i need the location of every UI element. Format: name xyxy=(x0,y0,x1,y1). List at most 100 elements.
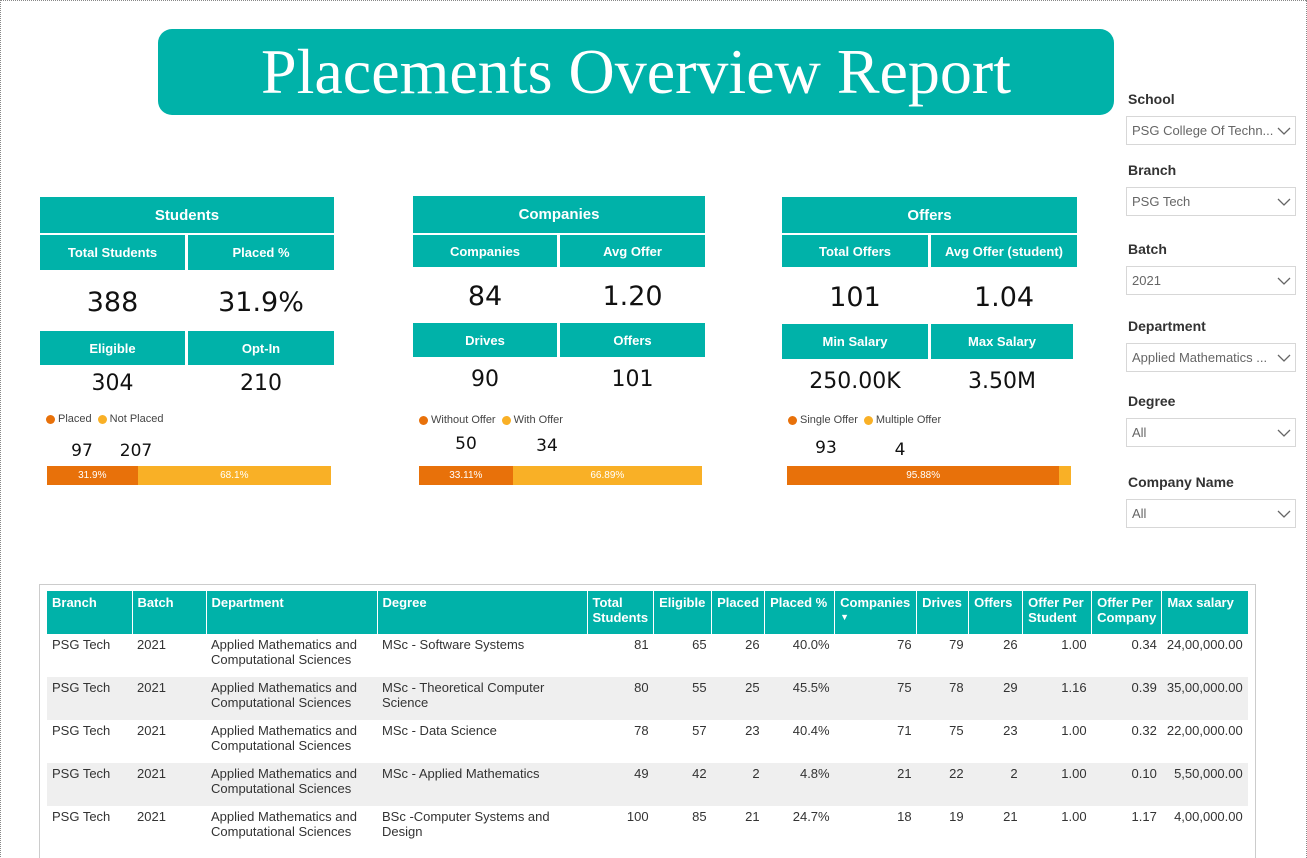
table-cell: 49 xyxy=(587,763,654,806)
col-header-total-students[interactable]: Total Students xyxy=(587,591,655,634)
col-header-companies[interactable]: Companies ▼ xyxy=(834,591,918,634)
not-placed-count: 207 xyxy=(119,441,153,461)
company-name-value: All xyxy=(1132,506,1147,521)
slicer-label-company: Company Name xyxy=(1128,474,1234,490)
legend-label: Single Offer xyxy=(800,414,858,426)
bar-segment-without-offer[interactable]: 33.11% xyxy=(419,466,513,485)
table-cell: Applied Mathematics and Computational Sc… xyxy=(211,809,357,839)
col-header-placed[interactable]: Placed xyxy=(711,591,766,634)
school-dropdown[interactable]: PSG College Of Techn... xyxy=(1126,116,1296,145)
report-title: Placements Overview Report xyxy=(158,29,1114,115)
table-row[interactable]: PSG Tech 2021 Applied Mathematics and Comp… xyxy=(47,720,1248,763)
single-offer-count: 93 xyxy=(815,438,837,458)
col-header-drives[interactable]: Drives xyxy=(916,591,970,634)
table-cell: 40.4% xyxy=(792,723,830,738)
table-cell: 24,00,000.00 xyxy=(1166,637,1243,652)
col-header-placed-pct[interactable]: Placed % xyxy=(764,591,836,634)
bar-segment-not-placed[interactable]: 68.1% xyxy=(137,466,331,485)
bar-segment-placed[interactable]: 31.9% xyxy=(47,466,138,485)
table-cell: 75 xyxy=(949,723,964,738)
legend-label: Without Offer xyxy=(431,414,496,426)
table-cell: 65 xyxy=(692,637,707,652)
bar-segment-single-offer[interactable]: 95.88% xyxy=(787,466,1060,485)
table-cell: 22,00,000.00 xyxy=(1166,723,1243,738)
col-header-batch[interactable]: Batch xyxy=(132,591,207,634)
table-cell: 22 xyxy=(916,763,969,806)
legend-label: With Offer xyxy=(513,414,563,426)
degree-value: All xyxy=(1132,425,1147,440)
table-row[interactable]: PSG Tech 2021 Applied Mathematics and Comp… xyxy=(47,806,1248,849)
table-cell: 25 xyxy=(711,677,765,720)
table-cell: 85 xyxy=(692,809,707,824)
table-body: PSG Tech 2021 Applied Mathematics and Comp… xyxy=(47,634,1248,849)
offers-label: Offers xyxy=(560,323,705,357)
table-cell: MSc - Theoretical Computer Science xyxy=(377,677,587,720)
batch-dropdown[interactable]: 2021 xyxy=(1126,266,1296,295)
placed-count: 97 xyxy=(71,441,93,461)
total-students-value: 388 xyxy=(86,287,139,318)
without-offer-count: 50 xyxy=(455,434,477,454)
table-cell: 81 xyxy=(634,637,649,652)
company-name-dropdown[interactable]: All xyxy=(1126,499,1296,528)
col-header-degree[interactable]: Degree xyxy=(377,591,588,634)
students-legend: Placed Not Placed xyxy=(46,413,163,425)
col-header-max-salary[interactable]: Max salary xyxy=(1161,591,1248,634)
chevron-down-icon xyxy=(1273,188,1295,215)
legend-dot-icon xyxy=(863,415,873,425)
total-offers-value: 101 xyxy=(829,282,881,313)
slicer-label-degree: Degree xyxy=(1128,393,1176,409)
table-row[interactable]: PSG Tech 2021 Applied Mathematics and Comp… xyxy=(47,634,1248,677)
table-cell: Applied Mathematics and Computational Sc… xyxy=(211,637,357,667)
col-header-offer-per-company[interactable]: Offer Per Company xyxy=(1091,591,1163,634)
table-cell: Applied Mathematics and Computational Sc… xyxy=(211,723,357,753)
degree-dropdown[interactable]: All xyxy=(1126,418,1296,447)
chevron-down-icon xyxy=(1273,500,1295,527)
col-header-offer-per-student[interactable]: Offer Per Student xyxy=(1022,591,1093,634)
offers-header: Offers xyxy=(782,197,1077,233)
students-stacked-bar[interactable]: 31.9% 68.1% xyxy=(47,466,331,485)
bar-segment-multiple-offer[interactable] xyxy=(1059,466,1071,485)
chevron-down-icon xyxy=(1273,419,1295,446)
col-header-department[interactable]: Department xyxy=(206,591,378,634)
with-offer-count: 34 xyxy=(536,436,558,456)
companies-header: Companies xyxy=(413,196,705,233)
col-header-branch[interactable]: Branch xyxy=(47,591,133,634)
bar-segment-with-offer[interactable]: 66.89% xyxy=(512,466,702,485)
chevron-down-icon xyxy=(1273,117,1295,144)
col-header-eligible[interactable]: Eligible xyxy=(653,591,713,634)
branch-dropdown[interactable]: PSG Tech xyxy=(1126,187,1296,216)
optin-label: Opt-In xyxy=(188,331,334,365)
placed-pct-value: 31.9% xyxy=(218,287,304,318)
table-cell: 24.7% xyxy=(792,809,830,824)
table-cell: 19 xyxy=(949,809,964,824)
table-cell: 76 xyxy=(897,637,912,652)
table-row[interactable]: PSG Tech 2021 Applied Mathematics and Comp… xyxy=(47,763,1248,806)
table-cell: 1.16 xyxy=(1022,677,1092,720)
table-cell: 0.34 xyxy=(1131,637,1157,652)
table-cell: MSc - Data Science xyxy=(382,723,497,738)
placed-pct-label: Placed % xyxy=(188,235,334,270)
companies-legend: Without Offer With Offer xyxy=(419,414,563,426)
companies-stacked-bar[interactable]: 33.11% 66.89% xyxy=(419,466,702,485)
table-cell: 0.39 xyxy=(1091,677,1162,720)
table-cell: 79 xyxy=(949,637,964,652)
table-row[interactable]: PSG Tech 2021 Applied Mathematics and Comp… xyxy=(47,677,1248,720)
placements-table: Branch Batch Department Degree Total Stu… xyxy=(47,591,1248,849)
school-value: PSG College Of Techn... xyxy=(1132,123,1273,138)
department-dropdown[interactable]: Applied Mathematics ... xyxy=(1126,343,1296,372)
table-cell: 78 xyxy=(916,677,969,720)
col-header-companies-label: Companies xyxy=(840,595,911,610)
offers-stacked-bar[interactable]: 95.88% xyxy=(787,466,1071,485)
table-cell: 45.5% xyxy=(764,677,835,720)
offers-legend: Single Offer Multiple Offer xyxy=(788,414,941,426)
table-cell: 35,00,000.00 xyxy=(1161,677,1248,720)
optin-value: 210 xyxy=(240,371,282,396)
sort-desc-icon: ▼ xyxy=(840,612,850,622)
total-students-label: Total Students xyxy=(40,235,185,270)
slicer-label-batch: Batch xyxy=(1128,241,1167,257)
col-header-offers[interactable]: Offers xyxy=(968,591,1024,634)
legend-dot-icon xyxy=(501,415,511,425)
table-cell: 21 xyxy=(834,763,917,806)
slicer-label-branch: Branch xyxy=(1128,162,1177,178)
table-cell: Applied Mathematics and Computational Sc… xyxy=(206,763,377,806)
